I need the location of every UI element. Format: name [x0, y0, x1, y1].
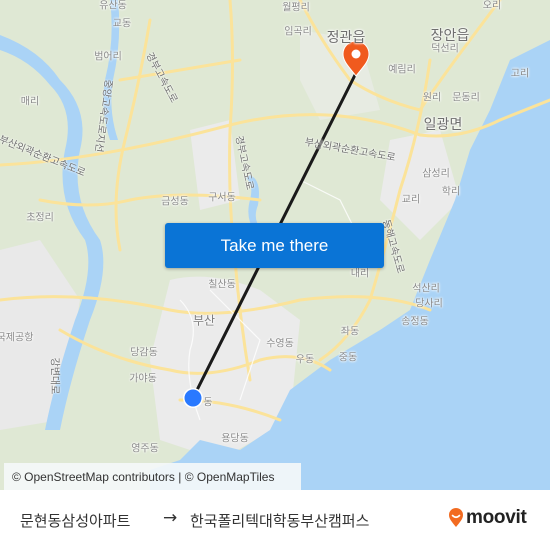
attribution-text[interactable]: © OpenStreetMap contributors | © OpenMap…	[12, 470, 274, 484]
place-label: 국제공항	[0, 332, 34, 344]
place-label: 용당동	[221, 433, 249, 445]
road-label: 강변대로	[48, 357, 60, 395]
place-label: 삼성리	[422, 168, 450, 180]
brand-name: moovit	[466, 507, 527, 528]
place-label: 학리	[441, 186, 461, 198]
place-label: 당감동	[130, 347, 158, 359]
place-label: 초정리	[26, 212, 54, 224]
place-label: 유산동	[99, 0, 127, 12]
place-label: 당사리	[415, 298, 443, 310]
moovit-logo[interactable]: moovit	[448, 507, 527, 529]
place-label: 중동	[338, 352, 358, 364]
map-attribution[interactable]: © OpenStreetMap contributors | © OpenMap…	[4, 463, 301, 490]
arrow-right-icon: →	[163, 508, 178, 528]
place-label: 범어리	[94, 51, 122, 63]
place-label: 수영동	[266, 338, 294, 350]
take-me-there-button[interactable]: Take me there	[165, 223, 384, 268]
place-label: 매리	[20, 96, 40, 108]
place-label: 예림리	[388, 64, 416, 76]
place-label: 좌동	[340, 326, 360, 338]
place-label: 정관읍	[326, 30, 366, 46]
place-label: 가야동	[129, 373, 157, 385]
place-label: 석산리	[412, 283, 440, 295]
place-label: 고리	[510, 68, 530, 80]
route-destination-name: 한국폴리텍대학동부산캠퍼스	[190, 512, 370, 530]
place-label: 칠산동	[208, 279, 236, 291]
place-label: 덕선리	[431, 43, 459, 55]
place-label: 동	[203, 397, 213, 409]
place-label: 부산	[192, 313, 216, 328]
place-label: 교리	[401, 194, 421, 206]
place-label: 우동	[295, 354, 315, 366]
place-label: 원리	[422, 92, 442, 104]
map-view[interactable]: 유산동 교동 범어리 매리 초정리 금성동 구서동 월평리 임곡리 정관읍 장안읍 오리 덕선리 예림리 고…	[0, 0, 550, 490]
place-label: 교동	[112, 18, 132, 30]
place-label: 일광면	[423, 117, 463, 133]
place-label: 금성동	[161, 196, 189, 208]
place-label: 문동리	[452, 92, 480, 104]
origin-marker-icon[interactable]	[183, 388, 203, 408]
place-label: 송정동	[401, 316, 429, 328]
place-label: 월평리	[282, 2, 310, 14]
place-label: 오리	[482, 0, 502, 12]
place-label: 임곡리	[284, 26, 312, 38]
place-label: 영주동	[131, 443, 159, 455]
moovit-pin-icon	[449, 508, 463, 527]
place-label: 구서동	[208, 192, 236, 204]
route-origin-name: 문현동삼성아파트	[20, 512, 131, 530]
footer: 문현동삼성아파트 → 한국폴리텍대학동부산캠퍼스 moovit	[0, 490, 550, 550]
